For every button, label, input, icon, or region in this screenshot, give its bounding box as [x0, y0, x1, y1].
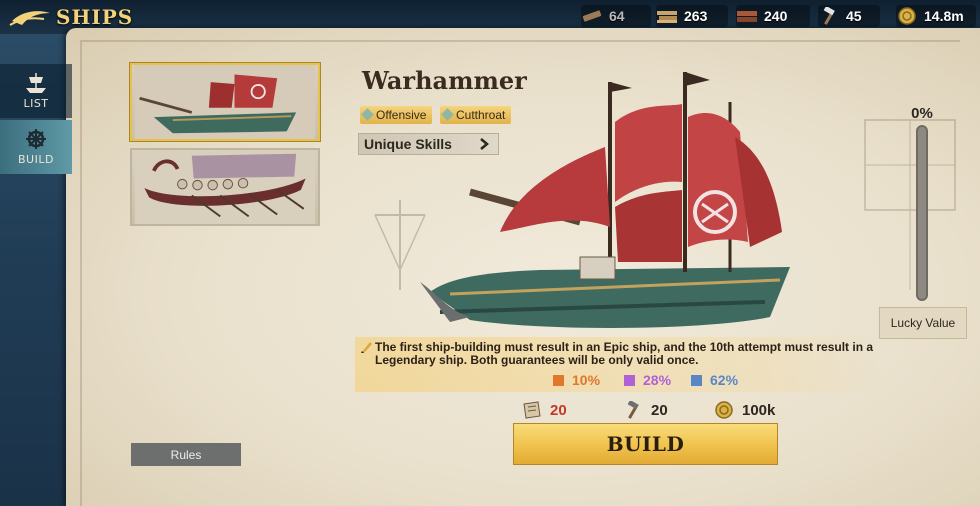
resource-plank[interactable]: 64	[581, 5, 651, 27]
cost-hammer-value: 20	[651, 401, 668, 419]
build-button[interactable]: BUILD	[513, 423, 778, 465]
nav-item-build[interactable]: BUILD	[0, 120, 72, 174]
odds-epic: 10%	[553, 372, 600, 388]
resource-gold[interactable]: 14.8m	[896, 5, 976, 27]
resource-hammer-value: 45	[846, 8, 862, 24]
blueprint-sketch-icon	[864, 119, 956, 290]
cost-hammer: 20	[623, 401, 668, 419]
gold-coin-icon	[898, 7, 916, 25]
resource-hammer[interactable]: 45	[818, 5, 880, 27]
lumber-icon	[737, 11, 757, 22]
hammer-icon	[627, 401, 639, 419]
nav-list-label: LIST	[23, 97, 49, 110]
hammer-icon	[823, 7, 835, 25]
odds-common-value: 62%	[710, 372, 739, 388]
odds-common: 62%	[691, 372, 738, 388]
odds-rare-value: 28%	[643, 372, 672, 388]
cost-gold-value: 100k	[742, 401, 776, 419]
cost-blueprint: 20	[522, 401, 567, 419]
ship-wheel-icon	[26, 129, 46, 149]
resource-lumber-value: 240	[764, 8, 788, 24]
ship-thumbnail-warhammer[interactable]	[130, 63, 320, 141]
pencil-icon	[361, 342, 372, 353]
resource-timber[interactable]: 263	[656, 5, 728, 27]
blueprint-icon	[523, 401, 541, 419]
guarantee-note: The first ship-building must result in a…	[375, 340, 874, 367]
plank-icon	[582, 10, 602, 22]
gold-coin-icon	[715, 401, 733, 419]
resource-lumber[interactable]: 240	[736, 5, 810, 27]
timber-icon	[657, 11, 677, 23]
blue-square-icon	[691, 374, 702, 386]
purple-square-icon	[624, 374, 635, 386]
back-swoosh-icon[interactable]	[8, 5, 52, 29]
lucky-value-button[interactable]: Lucky Value	[879, 307, 967, 339]
resource-plank-value: 64	[609, 8, 625, 24]
nav-build-label: BUILD	[18, 153, 54, 166]
resource-timber-value: 263	[684, 8, 708, 24]
ship-list-icon	[26, 73, 46, 93]
page-title: SHIPS	[56, 5, 134, 29]
lucky-value-bar	[916, 125, 928, 301]
warhammer-thumbnail-image	[134, 65, 316, 139]
resource-gold-value: 14.8m	[924, 8, 964, 24]
warhammer-ship-image	[420, 72, 790, 328]
cost-gold: 100k	[714, 401, 775, 419]
cost-blueprint-value: 20	[550, 401, 567, 419]
odds-epic-value: 10%	[572, 372, 601, 388]
odds-rare: 28%	[624, 372, 671, 388]
ship-thumbnail-longship[interactable]	[130, 148, 320, 226]
orange-square-icon	[553, 374, 564, 386]
nav-item-list[interactable]: LIST	[0, 64, 72, 118]
longship-thumbnail-image	[134, 150, 316, 224]
rules-button[interactable]: Rules	[131, 443, 241, 466]
lucky-value-percent: 0%	[911, 105, 933, 122]
